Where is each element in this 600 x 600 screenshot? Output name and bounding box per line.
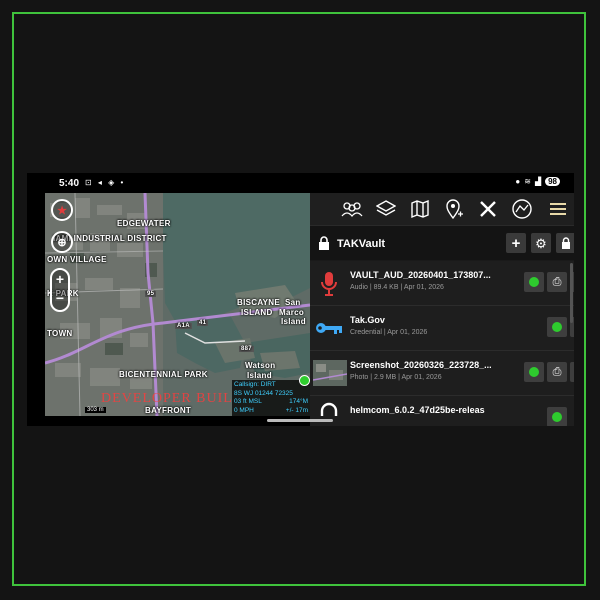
item-meta: Photo | 2.9 MB | Apr 01, 2026 [350,374,442,381]
add-button[interactable]: + [506,233,526,253]
item-name: helmcom_6.0.2_47d25be-releas [350,405,485,415]
send-button[interactable] [524,272,544,292]
compass-button[interactable]: ⊕ [51,231,73,253]
developer-build-watermark: DEVELOPER BUIL [101,391,233,406]
item-meta: Credential | Apr 01, 2026 [350,329,428,336]
location-info-box[interactable]: Callsign: DIRT 8S WJ 01244 72325 03 ft M… [232,380,310,416]
panel-header: TAKVault + ⚙ [310,226,574,260]
status-right-icons: ● ≋ ▟ 98 [515,177,560,186]
location-icon: ● [515,177,521,186]
panel-title: TAKVault [337,238,386,250]
gear-icon: ⚙ [535,235,547,251]
self-location-marker[interactable] [299,375,310,386]
signal-icon: ▟ [534,177,542,186]
map-label-village: OWN VILLAGE [47,255,107,264]
accuracy-text: +/- 17m [285,406,308,414]
highway-shield-a1a: A1A [175,323,192,329]
map-label-island-2: Island [281,317,306,326]
plugin-icon [512,199,532,219]
send-button[interactable] [524,362,544,382]
export-icon: ⎙ [552,365,562,378]
status-dot-icon [529,277,539,287]
layers-icon [376,200,396,216]
map-label-bicentennial: BICENTENNIAL PARK [119,370,208,379]
map-label-san: San [285,298,301,307]
lock-vault-button[interactable] [556,233,574,253]
list-item[interactable]: VAULT_AUD_20260401_173807... Audio | 89.… [310,261,574,306]
zoom-out-button[interactable]: − [52,289,68,308]
takvault-panel: TAKVault + ⚙ VAULT_AUD_20260401_173807..… [310,193,574,426]
plugin-button[interactable] [510,197,534,221]
status-time: 5:40 [59,178,80,189]
map-label-island: ISLAND [241,308,273,317]
map-label-watson: Watson [245,361,276,370]
lock-icon [319,236,329,250]
callsign-text: Callsign: DIRT [234,381,276,388]
star-icon: ★ [57,204,67,217]
hamburger-menu-icon [550,203,566,215]
photo-thumbnail [313,360,347,386]
crosshair-icon: ⊕ [57,236,67,249]
map-label-marco: Marco [279,308,305,317]
contacts-button[interactable] [340,197,364,221]
menu-button[interactable] [546,197,570,221]
heading-text: 174°M [289,398,308,405]
maps-button[interactable] [408,197,432,221]
send-button[interactable] [547,317,567,337]
list-scrollbar[interactable] [570,263,573,323]
map-view[interactable]: EDGEWATER IAMI INDUSTRIAL DISTRICT OWN V… [45,193,310,416]
close-tools-button[interactable] [476,197,500,221]
plus-icon: + [511,234,521,252]
key-icon [316,323,342,334]
zoom-control: + − [50,268,70,312]
map-label-island-3: Island [247,371,272,380]
add-location-icon [446,199,463,220]
item-name: Tak.Gov [350,315,385,325]
altitude-text: 03 ft MSL [234,398,262,405]
add-point-button[interactable] [442,197,466,221]
zoom-in-button[interactable]: + [52,270,68,289]
copy-button[interactable]: ❐ [570,362,574,382]
contacts-icon [341,202,363,217]
send-button[interactable] [547,407,567,426]
item-name: VAULT_AUD_20260401_173807... [350,270,491,280]
export-button[interactable]: ⎙ [547,362,567,382]
status-notification-icons: ⊡ ◂ ◈ • [85,178,126,187]
highway-shield-95: 95 [145,291,157,297]
highway-shield-41: 41 [197,320,209,326]
export-icon: ⎙ [552,275,562,288]
close-icon [480,201,496,217]
item-meta: Audio | 89.4 KB | Apr 01, 2026 [350,284,444,291]
map-label-downtown: TOWN [47,329,73,338]
list-item[interactable]: Screenshot_20260326_223728_... Photo | 2… [310,351,574,396]
highway-shield-887: 887 [239,346,254,352]
grid-text: 8S WJ 01244 72325 [234,389,293,397]
list-item[interactable]: Tak.Gov Credential | Apr 01, 2026 ❐ [310,306,574,351]
status-dot-icon [552,322,562,332]
battery-indicator: 98 [545,177,560,186]
settings-button[interactable]: ⚙ [531,233,551,253]
microphone-icon [321,272,337,296]
speed-text: 0 MPH [234,406,254,414]
list-item[interactable]: helmcom_6.0.2_47d25be-releas [310,396,574,426]
layers-button[interactable] [374,197,398,221]
export-button[interactable]: ⎙ [547,272,567,292]
wifi-icon: ≋ [524,177,531,186]
home-indicator[interactable] [267,419,333,422]
map-label-biscayne: BISCAYNE [237,298,281,307]
map-label-bayfront: BAYFRONT [145,406,192,415]
item-name: Screenshot_20260326_223728_... [350,360,492,370]
top-toolbar [310,193,574,226]
phone-screen: 5:40 ⊡ ◂ ◈ • ● ≋ ▟ 98 EDGEWATER IAMI IND… [27,173,574,426]
status-dot-icon [529,367,539,377]
map-label-edgewater: EDGEWATER [117,219,171,228]
status-bar: 5:40 ⊡ ◂ ◈ • ● ≋ ▟ 98 [27,173,574,193]
self-marker-button[interactable]: ★ [51,199,73,221]
status-dot-icon [552,412,562,422]
lock-icon [562,237,570,249]
map-scale: 303 m [85,407,106,413]
map-icon [411,199,429,219]
